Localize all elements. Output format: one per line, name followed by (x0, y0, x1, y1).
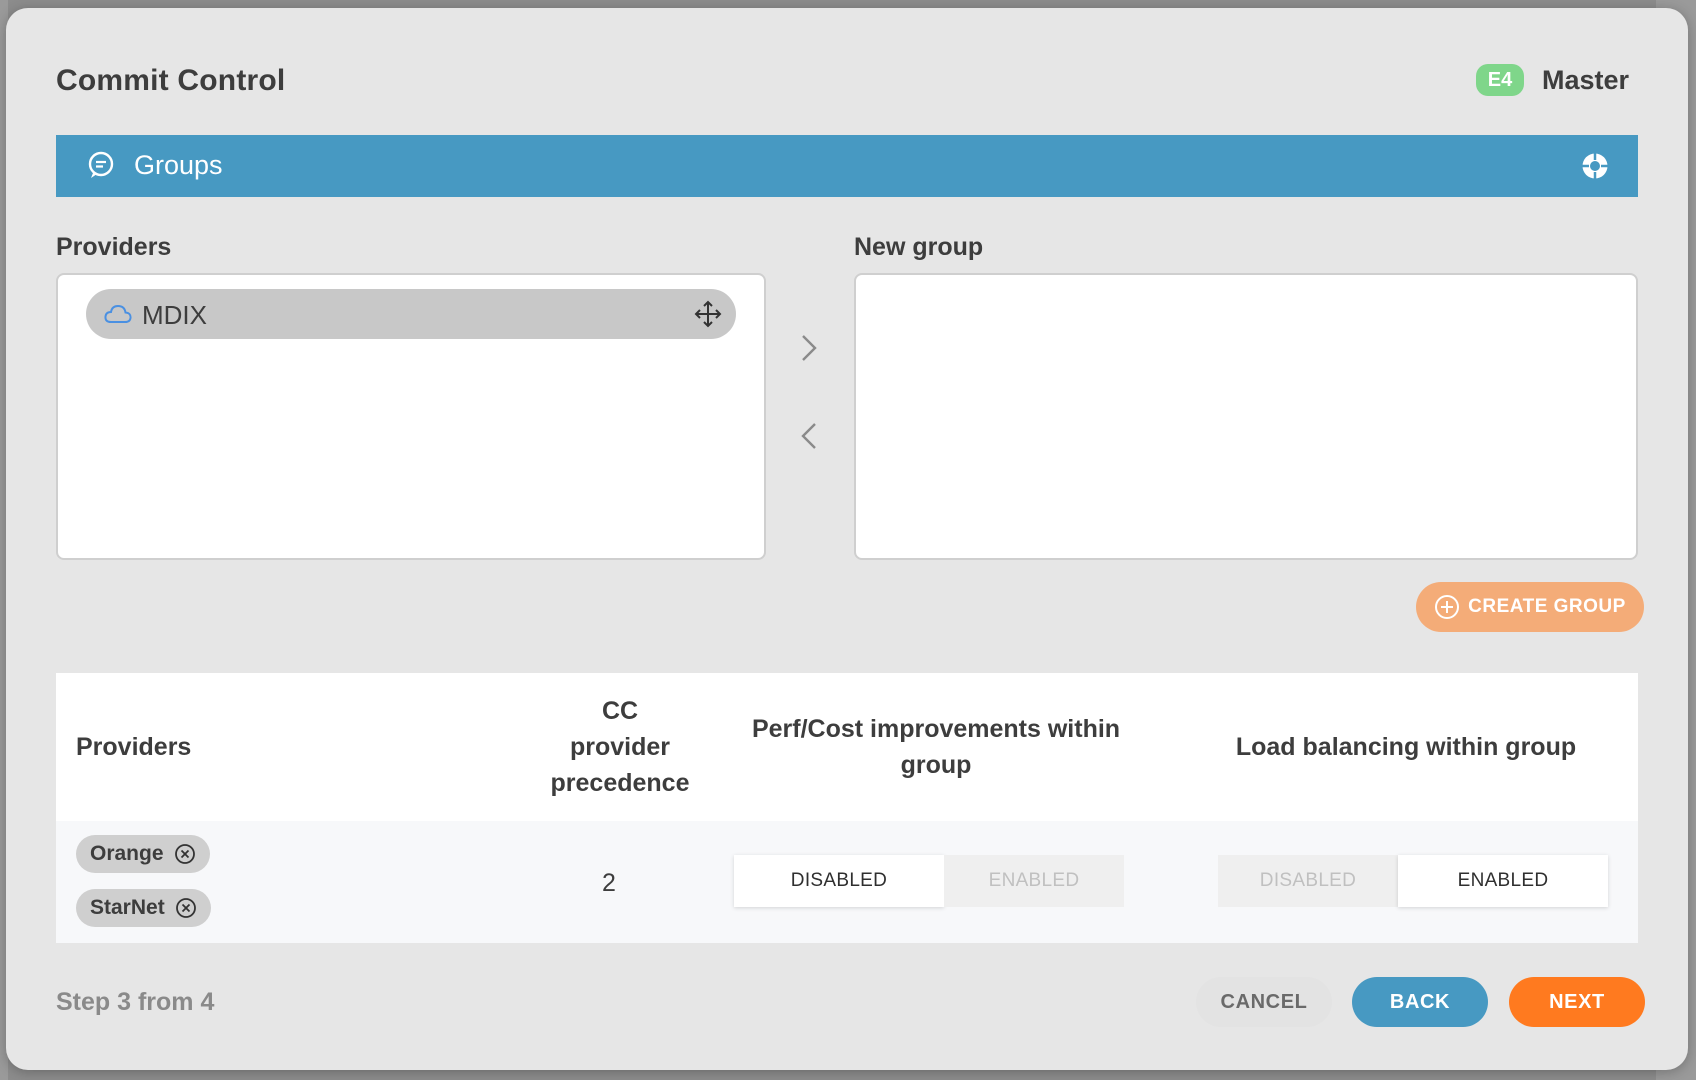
next-button[interactable]: NEXT (1509, 977, 1645, 1027)
precedence-value: 2 (602, 869, 616, 897)
providers-label: Providers (56, 233, 172, 261)
environment-name: Master (1542, 65, 1630, 95)
lifebuoy-icon[interactable] (1580, 151, 1610, 181)
cloud-icon (104, 304, 132, 323)
step-indicator: Step 3 from 4 (56, 988, 215, 1016)
groups-table: Providers CC provider precedence Perf/Co… (56, 673, 1638, 943)
new-group-label: New group (854, 233, 984, 261)
header-perf-cost-line-2: group (900, 751, 972, 779)
providers-list[interactable]: MDIX (56, 273, 766, 560)
provider-name: MDIX (142, 300, 207, 330)
create-group-label: CREATE GROUP (1468, 596, 1626, 617)
provider-tag-orange: Orange (76, 835, 210, 873)
header-precedence-line-3: precedence (550, 769, 690, 797)
provider-tag-label: Orange (90, 842, 164, 865)
create-group-button[interactable]: CREATE GROUP (1416, 582, 1644, 632)
move-left-button[interactable] (794, 416, 824, 456)
header-providers: Providers (76, 733, 192, 761)
header-precedence-line-2: provider (569, 733, 671, 761)
provider-tag-label: StarNet (90, 896, 165, 919)
groups-section-header: Groups (56, 135, 1638, 197)
chevron-left-icon (801, 423, 816, 449)
load-balancing-toggle: DISABLED ENABLED (1218, 855, 1608, 907)
environment-badge: E4 (1476, 64, 1524, 96)
header-precedence: CC provider precedence (534, 693, 706, 801)
load-balancing-enabled-option[interactable]: ENABLED (1398, 855, 1608, 907)
perf-cost-toggle: DISABLED ENABLED (734, 855, 1124, 907)
provider-chip-mdix[interactable]: MDIX (86, 289, 736, 339)
commit-control-modal: Commit Control E4 Master Groups Provider… (6, 8, 1688, 1070)
header-perf-cost-line-1: Perf/Cost improvements within (751, 715, 1121, 743)
header-perf-cost: Perf/Cost improvements within group (736, 711, 1136, 783)
header-load-balancing: Load balancing within group (1235, 733, 1577, 761)
cancel-button[interactable]: CANCEL (1196, 977, 1332, 1027)
perf-cost-enabled-option[interactable]: ENABLED (944, 855, 1124, 907)
provider-tag-starnet: StarNet (76, 889, 211, 927)
load-balancing-disabled-option[interactable]: DISABLED (1218, 855, 1398, 907)
move-right-button[interactable] (794, 328, 824, 368)
plus-circle-icon (1435, 595, 1460, 619)
section-title: Groups (134, 150, 223, 180)
back-button[interactable]: BACK (1352, 977, 1488, 1027)
header-precedence-line-1: CC (601, 697, 639, 725)
chat-bubble-icon (88, 151, 114, 178)
new-group-dropzone[interactable] (854, 273, 1638, 560)
perf-cost-disabled-option[interactable]: DISABLED (734, 855, 944, 907)
chevron-right-icon (802, 335, 817, 361)
move-handle-icon[interactable] (694, 300, 722, 328)
remove-circle-icon[interactable] (174, 843, 196, 865)
modal-title: Commit Control (56, 64, 286, 97)
remove-circle-icon[interactable] (175, 897, 197, 919)
